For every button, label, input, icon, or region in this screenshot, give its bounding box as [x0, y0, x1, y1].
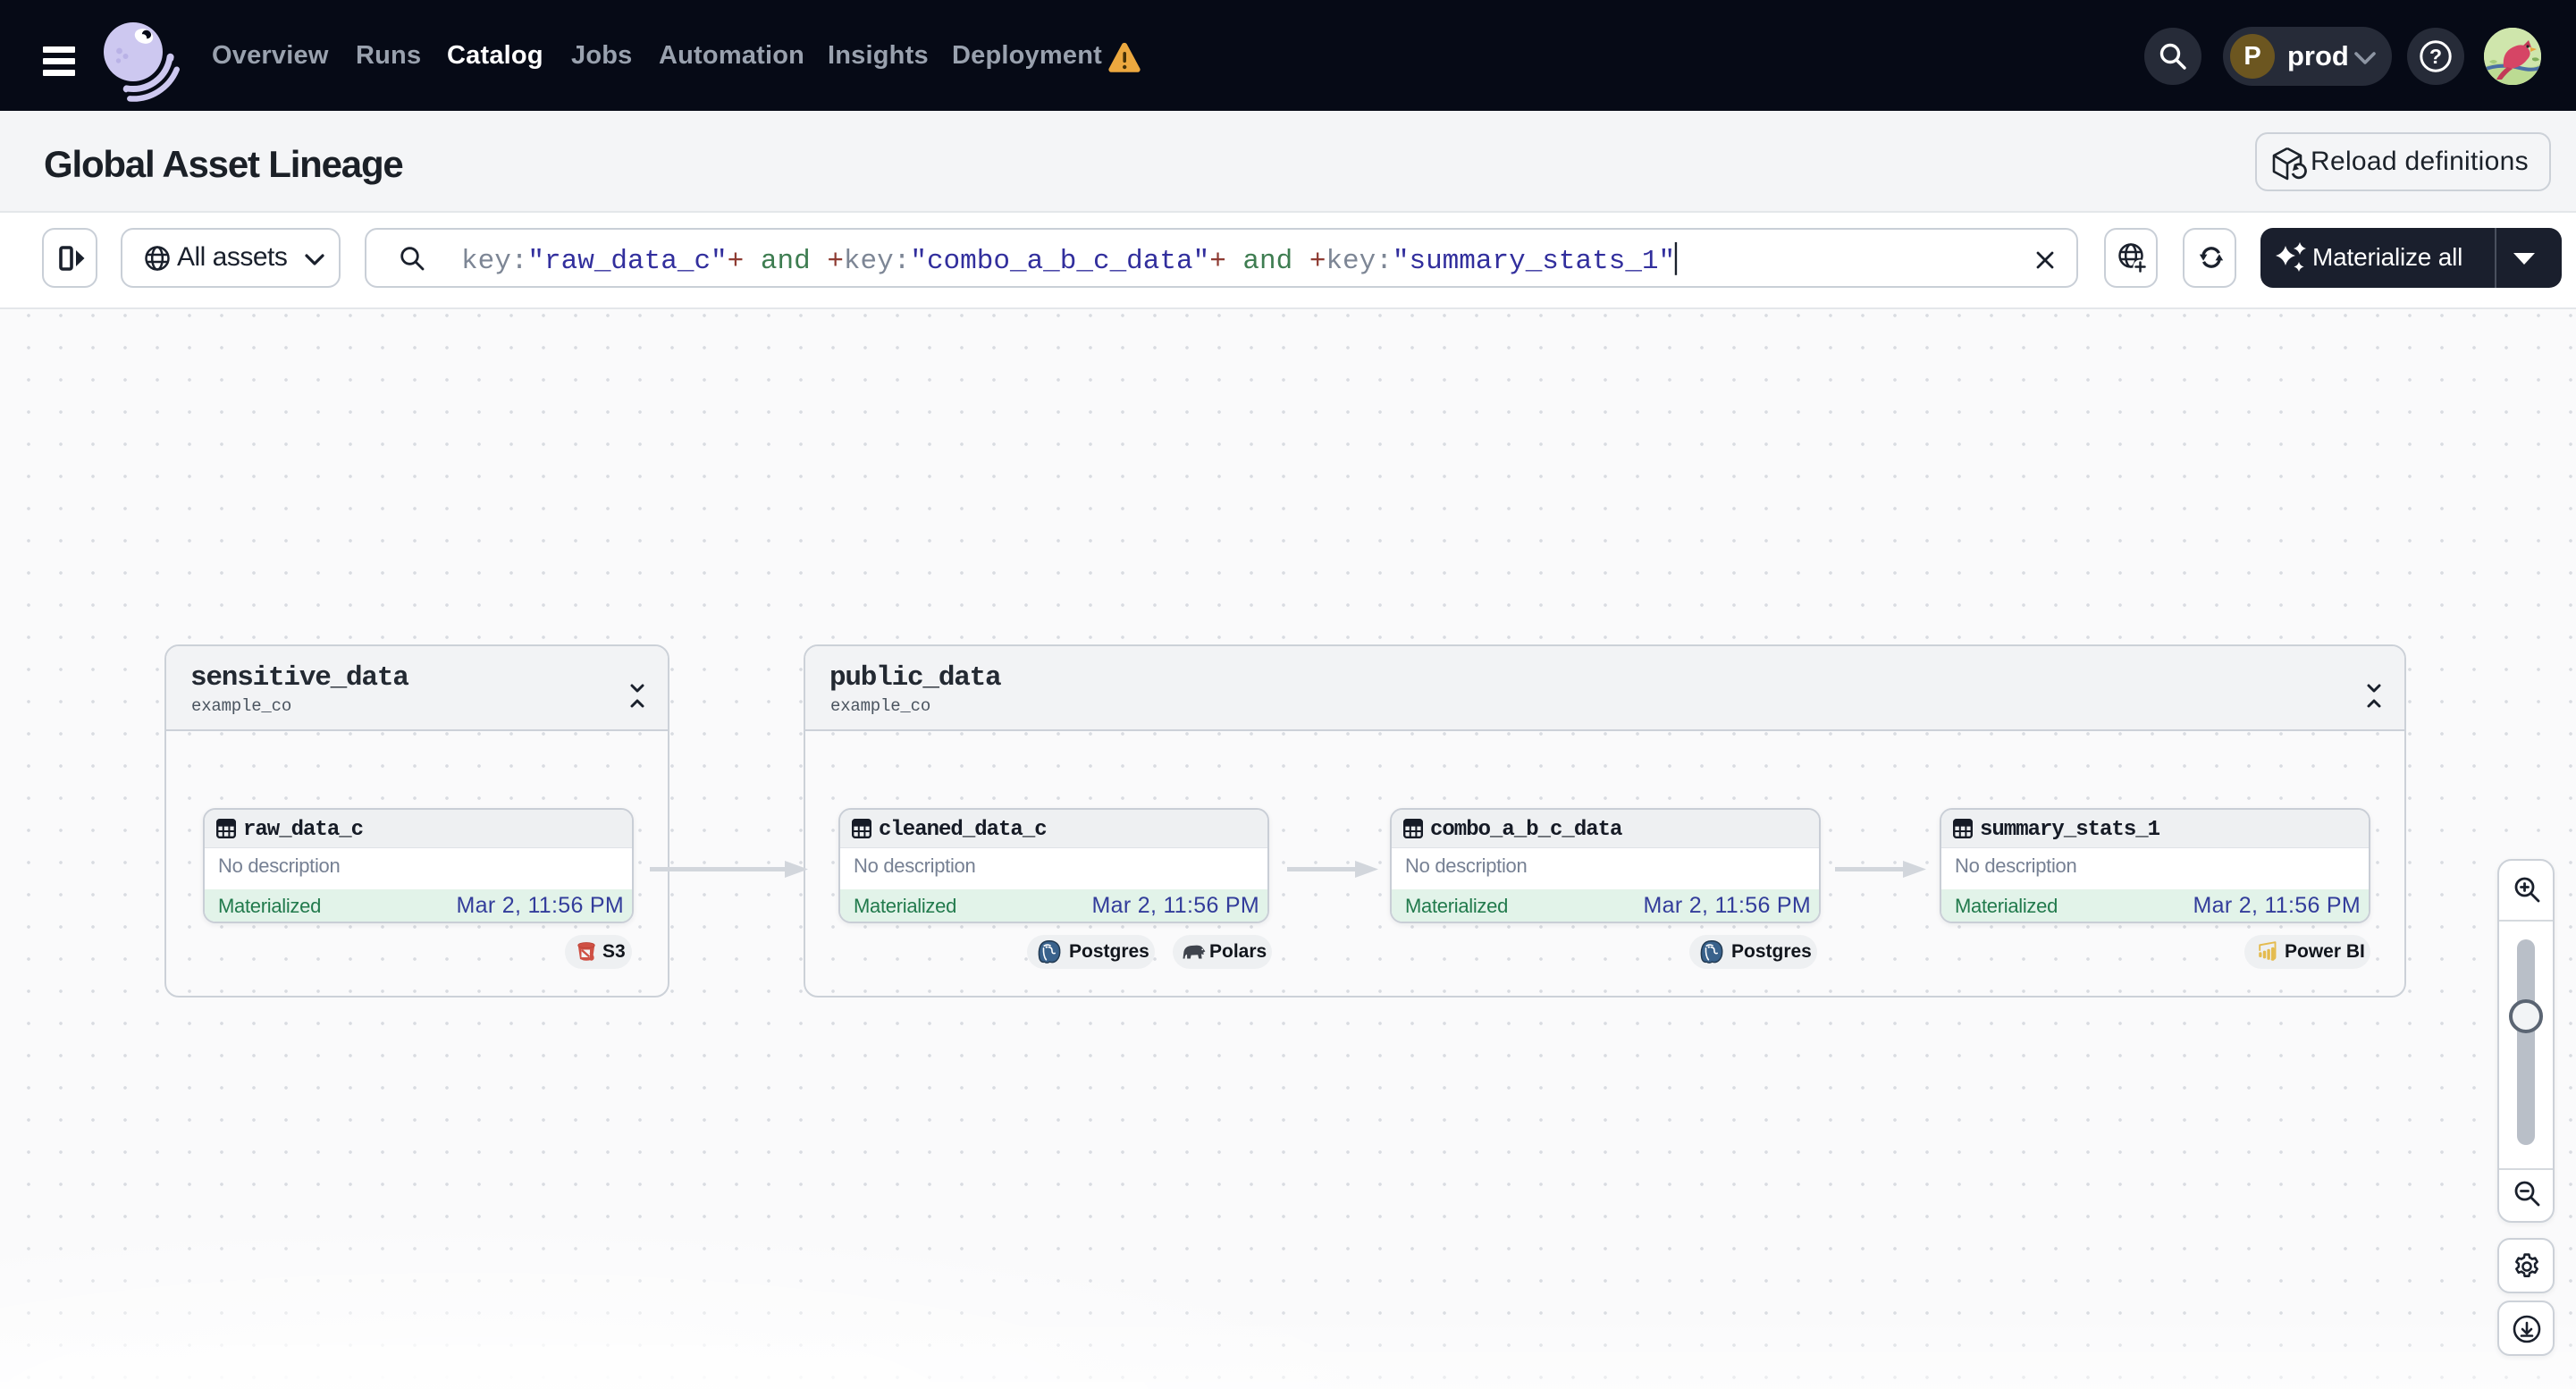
- svg-text:?: ?: [2429, 45, 2442, 68]
